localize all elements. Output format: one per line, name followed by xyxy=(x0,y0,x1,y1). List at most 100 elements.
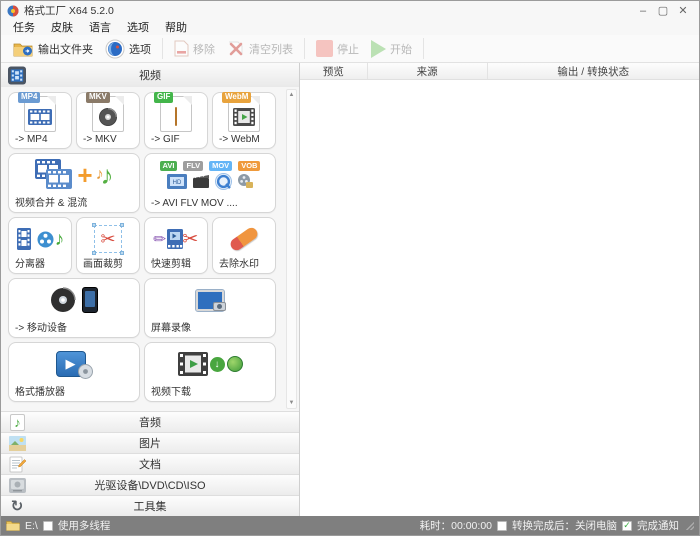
queue-empty-body[interactable] xyxy=(300,80,699,516)
tile-label: 画面裁剪 xyxy=(83,255,123,270)
tile-label: -> MKV xyxy=(83,134,117,145)
quick-clip-icon: ✎ ✂ xyxy=(145,220,207,258)
format-player-icon: ▶ xyxy=(9,345,139,383)
maximize-button[interactable]: ▢ xyxy=(653,4,673,18)
column-output-status[interactable]: 输出 / 转换状态 xyxy=(488,63,699,79)
shutdown-after-checkbox[interactable] xyxy=(497,521,507,531)
close-button[interactable]: ✕ xyxy=(673,4,693,18)
options-label: 选项 xyxy=(129,41,151,57)
video-tiles-grid: MP4 -> MP4 MKV -> MKV xyxy=(1,87,299,411)
menu-options[interactable]: 选项 xyxy=(119,19,157,35)
section-document-label: 文档 xyxy=(1,456,299,472)
output-path-folder-icon[interactable] xyxy=(6,520,20,531)
toolbar-separator xyxy=(304,38,305,59)
stop-button[interactable]: 停止 xyxy=(310,38,365,59)
disc-icon xyxy=(50,287,76,313)
column-preview[interactable]: 预览 xyxy=(300,63,368,79)
demuxer-icon: ♪ xyxy=(9,220,71,258)
tile-video-merge-mux[interactable]: + ♪ ♪ 视频合并 & 混流 xyxy=(8,153,140,213)
video-download-icon: ↓ xyxy=(145,345,275,383)
minimize-button[interactable]: – xyxy=(633,4,653,18)
menu-language[interactable]: 语言 xyxy=(81,19,119,35)
tile-format-player[interactable]: ▶ 格式播放器 xyxy=(8,342,140,402)
section-video-label: 视频 xyxy=(1,67,299,83)
tile-remove-watermark[interactable]: 去除水印 xyxy=(212,217,276,274)
menu-tasks[interactable]: 任务 xyxy=(5,19,43,35)
picture-icon xyxy=(8,434,26,452)
menu-skin[interactable]: 皮肤 xyxy=(43,19,81,35)
tile-label: 格式播放器 xyxy=(15,383,65,398)
options-button[interactable]: 选项 xyxy=(99,37,157,61)
music-note-icon: ♪ xyxy=(55,230,65,249)
document-icon xyxy=(8,455,26,473)
start-label: 开始 xyxy=(390,41,412,57)
tile-label: -> GIF xyxy=(151,134,180,145)
tiles-scrollbar[interactable]: ▲ ▼ xyxy=(286,89,297,409)
remove-button[interactable]: 移除 xyxy=(168,38,221,59)
tile-to-webm[interactable]: WebM -> WebM xyxy=(212,92,276,149)
tile-to-gif[interactable]: GIF -> GIF xyxy=(144,92,208,149)
output-folder-button[interactable]: 输出文件夹 xyxy=(7,39,99,59)
shutdown-after-label[interactable]: 转换完成后：关闭电脑 xyxy=(512,518,617,533)
section-optical-drive[interactable]: 光驱设备\DVD\CD\ISO xyxy=(1,474,299,495)
notify-done-checkbox[interactable]: ✓ xyxy=(622,521,632,531)
gif-file-icon: GIF xyxy=(145,95,207,133)
start-button[interactable]: 开始 xyxy=(365,38,418,60)
tile-label: 分离器 xyxy=(15,255,45,270)
eraser-icon xyxy=(213,220,275,258)
quicktime-icon xyxy=(215,173,232,190)
tile-mobile-device[interactable]: -> 移动设备 xyxy=(8,278,140,338)
svg-text:♪: ♪ xyxy=(14,415,21,430)
tile-label: 屏幕录像 xyxy=(151,319,191,334)
clear-list-button[interactable]: 清空列表 xyxy=(221,38,299,59)
webm-file-icon: WebM xyxy=(213,95,275,133)
mkv-file-icon: MKV xyxy=(77,95,139,133)
toolset-icon: ↻ xyxy=(8,497,26,515)
tile-to-avi-flv-mov[interactable]: AVI FLV MOV VOB HD -> AVI FLV MOV .... xyxy=(144,153,276,213)
stop-icon xyxy=(316,40,333,57)
scroll-up-icon[interactable]: ▲ xyxy=(289,90,295,100)
status-bar: E:\ 使用多线程 耗时：00:00:00 转换完成后：关闭电脑 ✓ 完成通知 xyxy=(1,516,699,535)
screen-record-icon xyxy=(145,281,275,319)
notify-done-label[interactable]: 完成通知 xyxy=(637,518,679,533)
section-toolset[interactable]: ↻ 工具集 xyxy=(1,495,299,516)
tile-screen-record[interactable]: 屏幕录像 xyxy=(144,278,276,338)
clear-list-x-icon xyxy=(227,40,245,57)
tile-to-mkv[interactable]: MKV -> MKV xyxy=(76,92,140,149)
output-path[interactable]: E:\ xyxy=(25,520,38,532)
clear-list-label: 清空列表 xyxy=(249,41,293,57)
camera-icon xyxy=(213,302,226,311)
mp4-file-icon: MP4 xyxy=(9,95,71,133)
tile-to-mp4[interactable]: MP4 -> MP4 xyxy=(8,92,72,149)
format-icons-row: HD xyxy=(167,173,254,190)
multithread-label[interactable]: 使用多线程 xyxy=(58,518,111,533)
multithread-checkbox[interactable] xyxy=(43,521,53,531)
options-globe-icon xyxy=(105,39,125,59)
resize-grip[interactable] xyxy=(686,522,694,530)
section-document[interactable]: 文档 xyxy=(1,453,299,474)
clapperboard-icon xyxy=(192,173,210,189)
video-film-icon xyxy=(8,66,26,84)
menu-help[interactable]: 帮助 xyxy=(157,19,195,35)
tile-quick-clip[interactable]: ✎ ✂ 快速剪辑 xyxy=(144,217,208,274)
window-title: 格式工厂 X64 5.2.0 xyxy=(24,3,114,18)
download-arrow-icon: ↓ xyxy=(210,357,225,372)
mobile-device-icon xyxy=(9,281,139,319)
column-source[interactable]: 来源 xyxy=(368,63,488,79)
tile-demuxer[interactable]: ♪ 分离器 xyxy=(8,217,72,274)
check-icon: ✓ xyxy=(623,521,631,530)
tile-video-download[interactable]: ↓ 视频下载 xyxy=(144,342,276,402)
tile-crop[interactable]: ✂ 画面裁剪 xyxy=(76,217,140,274)
crop-icon: ✂ xyxy=(77,220,139,258)
toolbar: 输出文件夹 选项 移除 xyxy=(1,35,699,63)
scroll-down-icon[interactable]: ▼ xyxy=(289,398,295,408)
reel-icon xyxy=(37,231,54,248)
window-controls: – ▢ ✕ xyxy=(633,4,693,18)
music-note-icon: ♪ xyxy=(101,162,114,188)
section-optical-drive-label: 光驱设备\DVD\CD\ISO xyxy=(1,477,299,493)
section-picture[interactable]: 图片 xyxy=(1,432,299,453)
section-video[interactable]: 视频 xyxy=(1,63,299,87)
section-audio[interactable]: ♪ 音频 xyxy=(1,411,299,432)
avi-flv-mov-icons: AVI FLV MOV VOB HD xyxy=(145,156,275,194)
toolbar-separator xyxy=(423,38,424,59)
